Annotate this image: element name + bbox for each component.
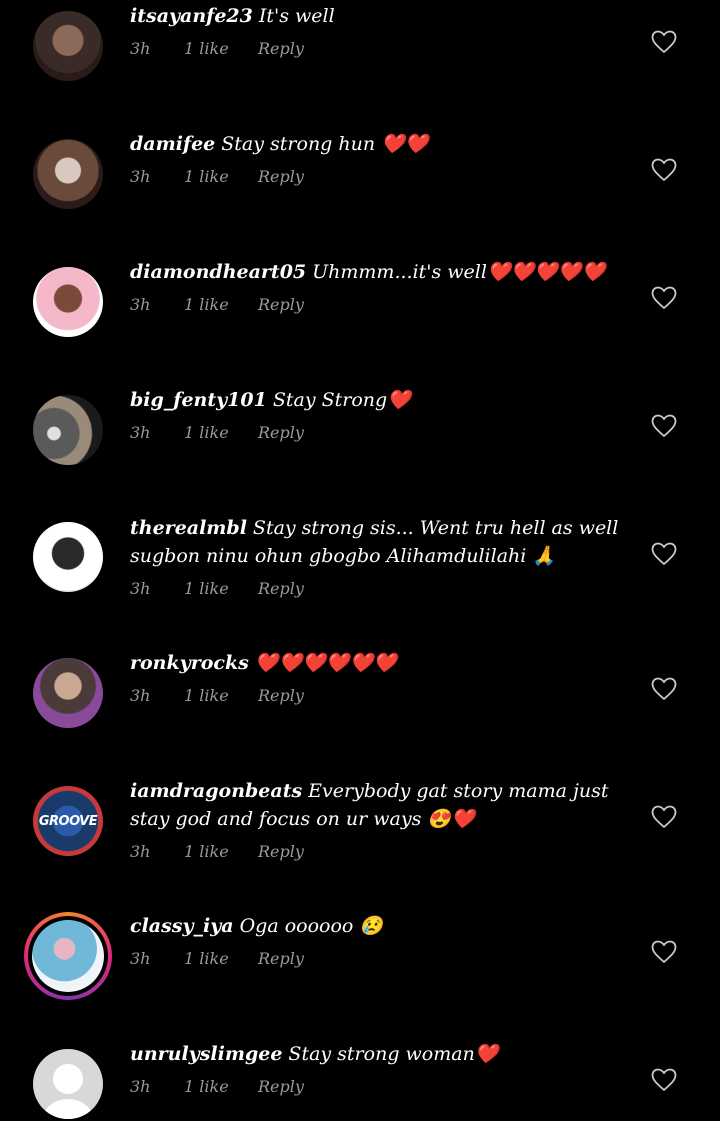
- avatar[interactable]: [33, 522, 103, 592]
- reply-button[interactable]: Reply: [258, 294, 304, 316]
- comment-username[interactable]: big_fenty101: [130, 389, 267, 411]
- comment-text: Stay Strong❤️: [272, 389, 411, 411]
- comment-username[interactable]: diamondheart05: [130, 261, 306, 283]
- comment-text: Oga oooooo 😢: [239, 915, 384, 937]
- comment-username[interactable]: damifee: [130, 133, 215, 155]
- avatar-placeholder[interactable]: [33, 1049, 103, 1119]
- reply-button[interactable]: Reply: [258, 422, 304, 444]
- comment-likes[interactable]: 1 like: [184, 294, 229, 316]
- avatar[interactable]: [33, 658, 103, 728]
- comment-username[interactable]: iamdragonbeats: [130, 780, 302, 802]
- comment-likes[interactable]: 1 like: [184, 422, 229, 444]
- comment-time: 3h: [130, 579, 151, 598]
- reply-button[interactable]: Reply: [258, 841, 304, 863]
- reply-button[interactable]: Reply: [258, 1076, 304, 1098]
- comment-likes[interactable]: 1 like: [184, 166, 229, 188]
- heart-outline-icon[interactable]: [651, 677, 677, 701]
- heart-outline-icon[interactable]: [651, 30, 677, 54]
- comment-time: 3h: [130, 423, 151, 442]
- comment-time: 3h: [130, 1077, 151, 1096]
- comment-likes[interactable]: 1 like: [184, 38, 229, 60]
- heart-outline-icon[interactable]: [651, 1068, 677, 1092]
- comment-time: 3h: [130, 167, 151, 186]
- comment-text: Uhmmm...it's well❤️❤️❤️❤️❤️: [312, 261, 606, 283]
- comment-username[interactable]: classy_iya: [130, 915, 234, 937]
- reply-button[interactable]: Reply: [258, 38, 304, 60]
- avatar-story-ring[interactable]: [24, 912, 112, 1000]
- comment-time: 3h: [130, 686, 151, 705]
- comment-username[interactable]: itsayanfe23: [130, 5, 253, 27]
- comment-likes[interactable]: 1 like: [184, 1076, 229, 1098]
- heart-outline-icon[interactable]: [651, 158, 677, 182]
- comment-username[interactable]: ronkyrocks: [130, 652, 249, 674]
- comment-likes[interactable]: 1 like: [184, 578, 229, 600]
- heart-outline-icon[interactable]: [651, 414, 677, 438]
- avatar: [32, 920, 104, 992]
- avatar[interactable]: [33, 11, 103, 81]
- comment-text: ❤️❤️❤️❤️❤️❤️: [254, 652, 397, 674]
- comment-text: Stay strong woman❤️: [288, 1043, 499, 1065]
- comment-username[interactable]: unrulyslimgee: [130, 1043, 282, 1065]
- reply-button[interactable]: Reply: [258, 948, 304, 970]
- avatar-logo-text: GROOVE: [38, 813, 98, 829]
- avatar[interactable]: [33, 139, 103, 209]
- comment-text: It's well: [258, 5, 335, 27]
- comment-likes[interactable]: 1 like: [184, 841, 229, 863]
- reply-button[interactable]: Reply: [258, 166, 304, 188]
- heart-outline-icon[interactable]: [651, 805, 677, 829]
- comment-likes[interactable]: 1 like: [184, 685, 229, 707]
- comment-username[interactable]: therealmbl: [130, 517, 247, 539]
- avatar[interactable]: [33, 395, 103, 465]
- comment-time: 3h: [130, 842, 151, 861]
- avatar[interactable]: GROOVE: [33, 786, 103, 856]
- comment-time: 3h: [130, 39, 151, 58]
- heart-outline-icon[interactable]: [651, 940, 677, 964]
- reply-button[interactable]: Reply: [258, 685, 304, 707]
- comment-likes[interactable]: 1 like: [184, 948, 229, 970]
- heart-outline-icon[interactable]: [651, 542, 677, 566]
- comment-time: 3h: [130, 949, 151, 968]
- avatar[interactable]: [33, 267, 103, 337]
- heart-outline-icon[interactable]: [651, 286, 677, 310]
- reply-button[interactable]: Reply: [258, 578, 304, 600]
- comment-time: 3h: [130, 295, 151, 314]
- comment-text: Stay strong hun ❤️❤️: [221, 133, 429, 155]
